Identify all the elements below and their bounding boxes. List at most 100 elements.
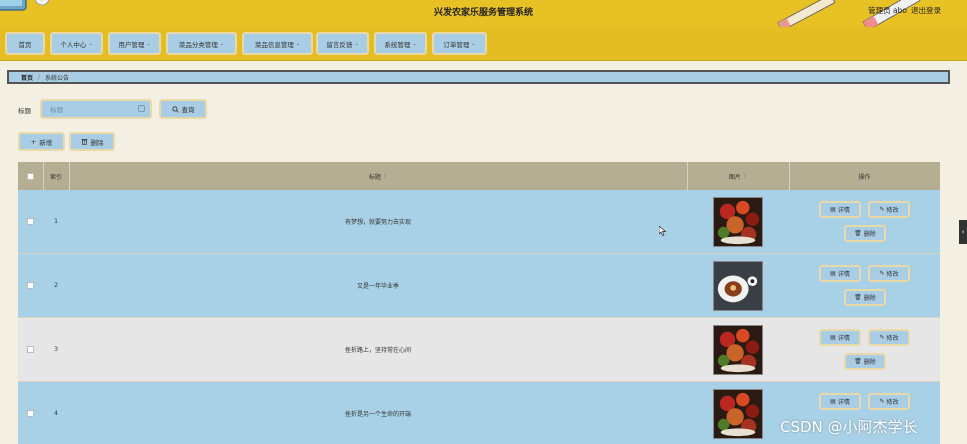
detail-button[interactable]: ▤ 详情 [819, 201, 861, 218]
chevron-down-icon: ⌄ [471, 40, 476, 47]
breadcrumb-separator: / [38, 73, 41, 81]
logout-link[interactable]: 退出登录 [911, 5, 941, 16]
delete-button[interactable]: 🗑 删除 [844, 289, 886, 306]
header-image[interactable]: 图片 ⇕ [687, 162, 789, 190]
food-platter-image[interactable] [713, 196, 763, 247]
row-checkbox[interactable] [27, 282, 34, 289]
plus-icon: + [30, 137, 37, 146]
chevron-down-icon: ⌄ [219, 40, 225, 47]
row-image-cell [687, 254, 789, 317]
search-label: 标题 [18, 107, 31, 115]
detail-button-label: 详情 [837, 399, 850, 406]
edit-button[interactable]: ✎ 修改 [868, 393, 910, 410]
nav-item-personal-center[interactable]: 个人中心 ⌄ [50, 32, 103, 55]
chevron-down-icon: ⌄ [88, 40, 93, 47]
delete-button-label: 删除 [863, 359, 876, 366]
detail-button[interactable]: ▤ 详情 [819, 329, 861, 346]
search-button-label: 查询 [181, 106, 195, 114]
row-checkbox-cell [18, 318, 43, 381]
row-checkbox[interactable] [27, 218, 34, 225]
row-checkbox[interactable] [27, 410, 34, 417]
row-title: 有梦想，就要努力去实现 [344, 219, 411, 226]
row-index: 2 [54, 282, 58, 289]
document-icon: ▤ [830, 206, 836, 213]
nav-item-label: 用户管理 [118, 40, 145, 49]
nav-item-label: 菜品信息管理 [254, 40, 294, 49]
row-checkbox[interactable] [27, 346, 34, 353]
edit-button-label: 修改 [886, 335, 899, 342]
search-button[interactable]: 查询 [159, 99, 207, 119]
dessert-plate-image[interactable] [713, 260, 763, 311]
nav-item-system-management[interactable]: 系统管理 ⌄ [374, 32, 427, 55]
nav-item-dish-category-management[interactable]: 菜品分类管理 ⌄ [166, 32, 237, 55]
edit-button-label: 修改 [886, 271, 899, 278]
chevron-down-icon: ⌄ [146, 40, 151, 47]
document-icon: ▤ [830, 334, 836, 341]
table-row: 2 又是一年毕业季 ▤ 详情 ✎ 修改 🗑 删除 [18, 254, 940, 318]
nav-item-label: 留言反馈 [326, 40, 353, 49]
nav-item-order-management[interactable]: 订单管理 ⌄ [432, 32, 487, 55]
header-image-label: 图片 [728, 173, 741, 181]
nav-item-dish-info-management[interactable]: 菜品信息管理 ⌄ [242, 32, 313, 55]
row-title: 挫折路上，坚持常在心间 [344, 347, 411, 354]
food-platter-image[interactable] [713, 388, 763, 439]
delete-button[interactable]: 🗑 删除 [844, 225, 886, 242]
add-button[interactable]: + 新增 [18, 132, 65, 151]
select-all-checkbox[interactable] [27, 172, 34, 180]
edit-button[interactable]: ✎ 修改 [868, 201, 910, 218]
row-image-cell [687, 382, 789, 444]
document-icon: ▤ [830, 398, 836, 405]
search-input[interactable]: 标题 [40, 99, 152, 119]
pencil-icon: ✎ [879, 206, 885, 213]
side-collapse-tab[interactable]: ‹ [959, 220, 967, 244]
edit-button[interactable]: ✎ 修改 [868, 265, 910, 282]
nav-item-label: 菜品分类管理 [178, 40, 218, 49]
row-index: 1 [54, 218, 58, 225]
mouse-cursor-icon [659, 226, 667, 236]
food-platter-image[interactable] [713, 324, 763, 375]
delete-button-label: 删除 [863, 231, 876, 238]
app-title: 兴发农家乐服务管理系统 [433, 8, 533, 18]
table-row: 1 有梦想，就要努力去实现 ▤ 详情 ✎ 修改 🗑 删除 [18, 190, 940, 254]
header-actions-label: 操作 [858, 173, 871, 181]
chevron-down-icon: ⌄ [295, 40, 301, 47]
breadcrumb: 首页 / 系统公告 [7, 70, 950, 84]
header-actions: 操作 [789, 162, 940, 190]
search-placeholder: 标题 [50, 106, 63, 114]
add-button-label: 新增 [39, 138, 53, 147]
nav-item-label: 个人中心 [60, 40, 87, 49]
csdn-watermark: CSDN @小阿杰学长 [780, 418, 918, 436]
nav-item-feedback[interactable]: 留言反馈 ⌄ [316, 32, 369, 55]
pencil-icon: ✎ [879, 270, 885, 277]
detail-button[interactable]: ▤ 详情 [819, 393, 861, 410]
batch-delete-button[interactable]: 删除 [69, 132, 115, 151]
row-checkbox-cell [18, 190, 43, 253]
nav-item-user-management[interactable]: 用户管理 ⌄ [108, 32, 161, 55]
header-title[interactable]: 标题 ⇕ [69, 162, 687, 190]
breadcrumb-home[interactable]: 首页 [21, 73, 33, 82]
header-checkbox-cell [18, 162, 43, 190]
pencil-icon: ✎ [879, 334, 885, 341]
detail-button-label: 详情 [837, 335, 850, 342]
nav-item-home[interactable]: 首页 [5, 32, 45, 55]
edit-button[interactable]: ✎ 修改 [868, 329, 910, 346]
search-icon [171, 105, 179, 113]
detail-button-label: 详情 [837, 271, 850, 278]
nav-item-label: 系统管理 [384, 40, 411, 49]
nav-item-label: 订单管理 [443, 40, 470, 49]
sort-icon: ⇕ [382, 173, 388, 179]
chevron-down-icon: ⌄ [354, 40, 359, 47]
row-image-cell [687, 318, 789, 381]
edit-button-label: 修改 [886, 207, 899, 214]
delete-button[interactable]: 🗑 删除 [844, 353, 886, 370]
clear-input-icon[interactable] [138, 105, 145, 112]
header-index: 索引 [43, 162, 69, 190]
trash-icon: 🗑 [854, 358, 862, 365]
row-checkbox-cell [18, 254, 43, 317]
pencil-icon: ✎ [879, 398, 885, 405]
row-title: 挫折是另一个生命的开端 [344, 411, 411, 418]
table-row: 3 挫折路上，坚持常在心间 ▤ 详情 ✎ 修改 🗑 删除 [18, 318, 940, 382]
detail-button[interactable]: ▤ 详情 [819, 265, 861, 282]
chevron-down-icon: ⌄ [412, 40, 417, 47]
top-header: 兴发农家乐服务管理系统 管理员 abo 退出登录 [0, 0, 967, 27]
